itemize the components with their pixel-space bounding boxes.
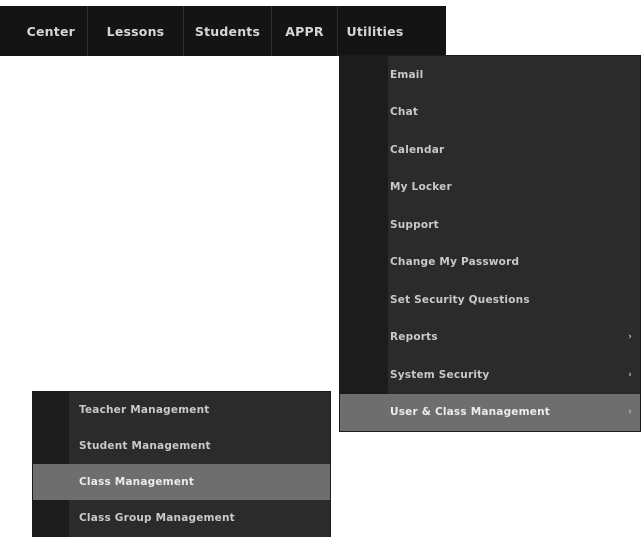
menu-item-chat[interactable]: Chat — [340, 94, 640, 132]
menu-item-label: User & Class Management — [390, 406, 550, 419]
menu-item-support[interactable]: Support — [340, 206, 640, 244]
menu-item-label: Set Security Questions — [390, 293, 530, 306]
menu-item-my-locker[interactable]: My Locker — [340, 169, 640, 207]
submenu-item-student-management[interactable]: Student Management — [33, 428, 330, 464]
menu-item-label: Reports — [390, 331, 438, 344]
nav-item-appr[interactable]: APPR — [272, 6, 338, 56]
nav-item-utilities[interactable]: Utilities — [338, 6, 412, 56]
menu-item-change-my-password[interactable]: Change My Password — [340, 244, 640, 282]
utilities-dropdown-menu: Email Chat Calendar My Locker Support Ch… — [340, 56, 640, 431]
menu-item-label: Teacher Management — [79, 404, 210, 416]
menu-item-calendar[interactable]: Calendar — [340, 131, 640, 169]
submenu-item-class-group-management[interactable]: Class Group Management — [33, 500, 330, 536]
menu-item-user-class-management[interactable]: User & Class Management › — [340, 393, 640, 431]
nav-item-center[interactable]: Center — [0, 6, 88, 56]
menu-item-reports[interactable]: Reports › — [340, 319, 640, 357]
menu-item-label: My Locker — [390, 181, 452, 194]
chevron-right-icon: › — [628, 369, 632, 380]
menu-item-label: Class Management — [79, 476, 195, 488]
nav-item-students[interactable]: Students — [184, 6, 272, 56]
menu-item-label: Calendar — [390, 143, 445, 156]
menu-item-email[interactable]: Email — [340, 56, 640, 94]
submenu-item-class-management[interactable]: Class Management — [33, 464, 330, 500]
user-class-management-submenu: Teacher Management Student Management Cl… — [33, 392, 330, 537]
menu-item-label: System Security — [390, 368, 490, 381]
nav-item-lessons[interactable]: Lessons — [88, 6, 184, 56]
menu-item-label: Class Group Management — [79, 512, 235, 524]
menu-item-label: Chat — [390, 106, 419, 119]
top-navigation-bar: Center Lessons Students APPR Utilities — [0, 6, 446, 56]
menu-item-label: Support — [390, 218, 439, 231]
menu-item-system-security[interactable]: System Security › — [340, 356, 640, 394]
menu-item-label: Change My Password — [390, 256, 520, 269]
submenu-item-teacher-management[interactable]: Teacher Management — [33, 392, 330, 428]
menu-item-set-security-questions[interactable]: Set Security Questions — [340, 281, 640, 319]
menu-item-label: Student Management — [79, 440, 211, 452]
chevron-right-icon: › — [628, 407, 632, 418]
menu-item-label: Email — [390, 68, 424, 81]
chevron-right-icon: › — [628, 332, 632, 343]
